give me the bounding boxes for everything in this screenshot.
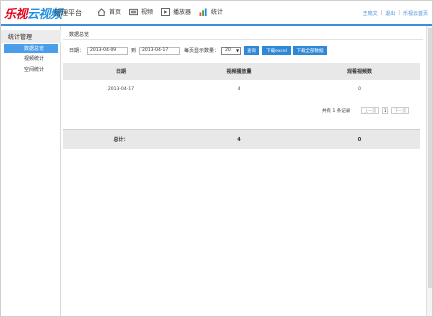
sidebar-item-space-stats[interactable]: 空间统计 bbox=[4, 65, 58, 74]
nav-video[interactable]: 视频 bbox=[129, 7, 153, 16]
summary-label: 总计： bbox=[113, 137, 129, 143]
page-size-label: 每页显示数量： bbox=[184, 48, 220, 54]
cell-views: 0 bbox=[358, 86, 361, 92]
start-date-input[interactable]: 2013-04-09 bbox=[87, 46, 129, 55]
page-size-value: 20 bbox=[225, 48, 231, 53]
nav-home[interactable]: 首页 bbox=[97, 7, 121, 16]
summary-row: 总计： 4 0 bbox=[63, 130, 420, 149]
main-content: 数据总览 日期： 2013-04-09 到 2013-04-17 每页显示数量：… bbox=[63, 26, 431, 316]
end-date-input[interactable]: 2013-04-17 bbox=[139, 46, 181, 55]
download-all-button[interactable]: 下载全部数据 bbox=[293, 46, 328, 55]
download-excel-button[interactable]: 下载excel bbox=[262, 46, 292, 55]
vertical-scrollbar[interactable] bbox=[426, 26, 432, 316]
summary-views: 0 bbox=[357, 136, 362, 143]
pagination: 共有 1 条记录 上一页 1 下一页 bbox=[322, 107, 410, 114]
table-header: 日期 视频播放量 观看视频数 bbox=[63, 63, 420, 80]
page-size-select[interactable]: 20 ▼ bbox=[221, 46, 242, 55]
player-icon bbox=[161, 7, 170, 16]
logo-text: 乐视云视频 bbox=[4, 7, 62, 21]
date-label: 日期： bbox=[69, 48, 85, 54]
column-header-date[interactable]: 日期 bbox=[63, 68, 179, 75]
prev-page-button[interactable]: 上一页 bbox=[361, 107, 380, 114]
separator: | bbox=[398, 10, 400, 16]
scrollbar-thumb[interactable] bbox=[428, 28, 432, 288]
record-count: 共有 1 条记录 bbox=[322, 108, 351, 114]
nav-home-label: 首页 bbox=[109, 9, 122, 16]
next-page-button[interactable]: 下一页 bbox=[391, 107, 410, 114]
filter-bar: 日期： 2013-04-09 到 2013-04-17 每页显示数量： 20 ▼… bbox=[69, 46, 328, 55]
nav-player[interactable]: 播放器 bbox=[161, 7, 191, 16]
nav-stats[interactable]: 统计 bbox=[199, 7, 223, 16]
platform-title: 管理平台 bbox=[54, 9, 82, 17]
column-header-views[interactable]: 观看视频数 bbox=[299, 68, 420, 75]
main-nav: 首页 视频 播放器 统计 bbox=[97, 7, 223, 16]
home-icon bbox=[97, 7, 106, 16]
logout-link[interactable]: 退出 bbox=[385, 10, 395, 17]
divider bbox=[63, 39, 423, 40]
letv-cloud-home-link[interactable]: 乐视云首页 bbox=[403, 10, 428, 17]
sidebar-title: 统计管理 bbox=[1, 30, 61, 43]
summary-plays: 4 bbox=[237, 136, 241, 143]
header: 乐视云视频 管理平台 首页 视频 播放器 统计 王晓文 | 退出 | 乐视云首页 bbox=[1, 1, 432, 24]
separator: | bbox=[380, 10, 383, 16]
nav-stats-label: 统计 bbox=[211, 9, 224, 16]
nav-player-label: 播放器 bbox=[173, 9, 192, 16]
page-number-current[interactable]: 1 bbox=[382, 107, 389, 114]
top-links: 王晓文 | 退出 | 乐视云首页 bbox=[363, 10, 428, 17]
user-link[interactable]: 王晓文 bbox=[363, 10, 378, 17]
chevron-down-icon: ▼ bbox=[235, 48, 240, 53]
sidebar: 统计管理 数据总览 视频统计 空间统计 bbox=[1, 26, 61, 316]
cell-plays: 4 bbox=[237, 86, 241, 92]
table-row: 2013-04-17 4 0 bbox=[63, 83, 420, 95]
sidebar-item-video-stats[interactable]: 视频统计 bbox=[4, 54, 58, 63]
logo[interactable]: 乐视云视频 bbox=[4, 5, 62, 22]
query-button[interactable]: 查询 bbox=[244, 46, 260, 55]
sidebar-item-overview[interactable]: 数据总览 bbox=[4, 44, 58, 53]
date-range-to-label: 到 bbox=[131, 48, 137, 54]
nav-video-label: 视频 bbox=[141, 9, 154, 16]
breadcrumb: 数据总览 bbox=[69, 32, 90, 38]
cell-date: 2013-04-17 bbox=[107, 86, 135, 92]
column-header-plays[interactable]: 视频播放量 bbox=[179, 68, 299, 75]
video-icon bbox=[129, 8, 138, 15]
chart-icon bbox=[199, 7, 207, 16]
